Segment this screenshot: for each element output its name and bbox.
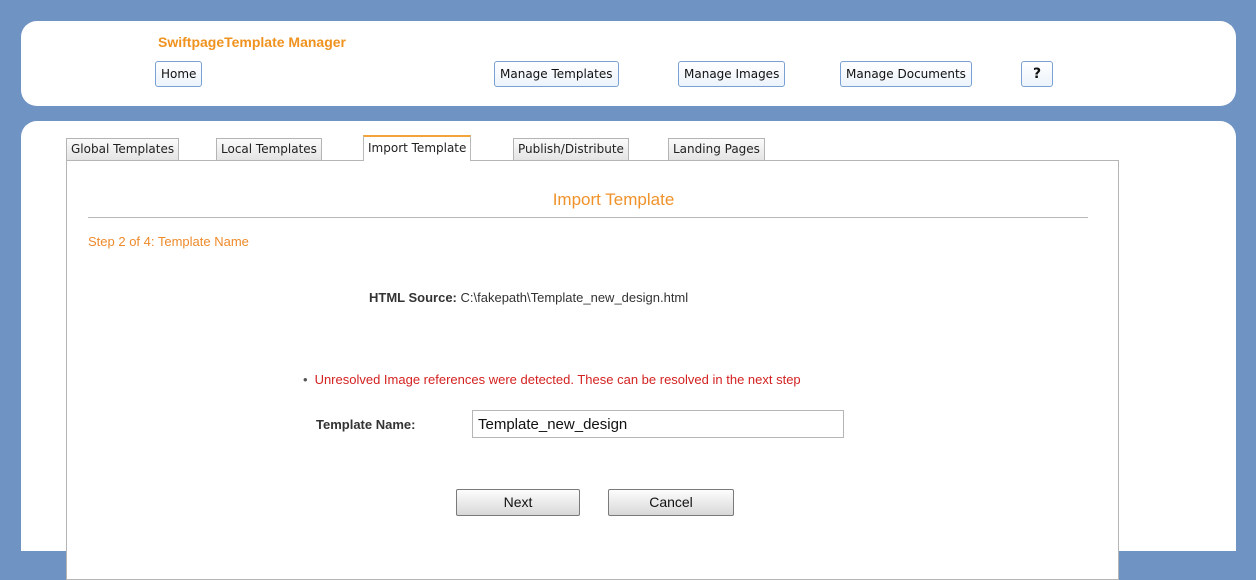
app-title: SwiftpageTemplate Manager (158, 34, 347, 50)
bullet-icon: • (303, 372, 308, 387)
manage-images-button[interactable]: Manage Images (678, 61, 786, 87)
header-panel: SwiftpageTemplate Manager Home Manage Te… (21, 21, 1236, 106)
divider (88, 217, 1088, 218)
tab-local-templates[interactable]: Local Templates (216, 138, 322, 160)
help-button[interactable]: ? (1021, 61, 1053, 87)
import-template-panel: Import Template Step 2 of 4: Template Na… (66, 160, 1119, 580)
home-button[interactable]: Home (155, 61, 203, 87)
main-panel: Global Templates Local Templates Import … (21, 121, 1236, 580)
next-button[interactable]: Next (456, 489, 580, 516)
unresolved-images-warning: • Unresolved Image references were detect… (303, 372, 801, 387)
html-source-row: HTML Source: C:\fakepath\Template_new_de… (369, 290, 688, 305)
section-title: Import Template (552, 190, 675, 209)
html-source-value: C:\fakepath\Template_new_design.html (460, 290, 689, 305)
step-label: Step 2 of 4: Template Name (88, 234, 249, 249)
warning-text: Unresolved Image references were detecte… (314, 372, 801, 387)
tab-global-templates[interactable]: Global Templates (66, 138, 180, 160)
cancel-button[interactable]: Cancel (608, 489, 734, 516)
template-name-input[interactable] (472, 410, 844, 438)
manage-templates-button[interactable]: Manage Templates (494, 61, 619, 87)
tab-landing-pages[interactable]: Landing Pages (668, 138, 765, 160)
template-name-label: Template Name: (316, 417, 416, 432)
tab-publish-distribute[interactable]: Publish/Distribute (513, 138, 629, 160)
html-source-label: HTML Source: (369, 290, 457, 305)
tab-import-template[interactable]: Import Template (363, 135, 472, 161)
manage-documents-button[interactable]: Manage Documents (840, 61, 972, 87)
